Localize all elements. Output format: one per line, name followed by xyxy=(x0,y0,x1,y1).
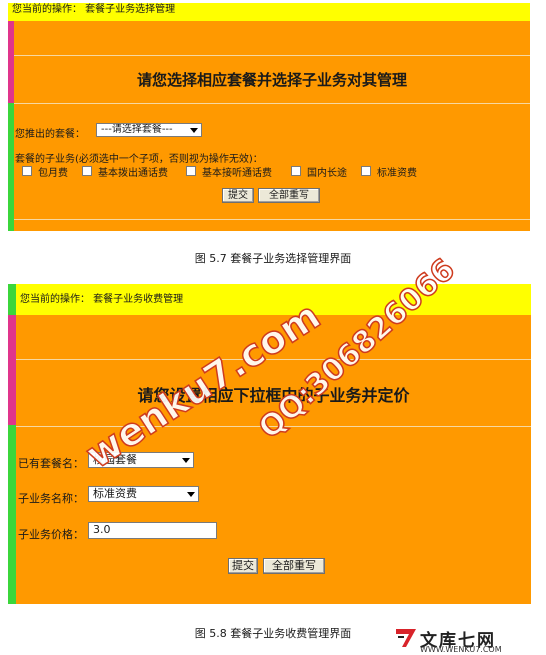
sub-business-value: 标准资费 xyxy=(93,487,137,500)
reset-button[interactable]: 全部重写 xyxy=(258,188,320,203)
separator xyxy=(14,103,530,104)
separator xyxy=(14,55,530,56)
logo-seven-icon xyxy=(396,629,416,647)
package-name-label: 已有套餐名： xyxy=(18,457,84,470)
current-operation-text: 您当前的操作： 套餐子业务选择管理 xyxy=(12,4,176,15)
checkbox-label: 标准资费 xyxy=(377,168,417,179)
reset-button[interactable]: 全部重写 xyxy=(263,558,325,574)
package-select-value: ---请选择套餐--- xyxy=(101,124,173,135)
current-operation-bar: 您当前的操作： 套餐子业务收费管理 xyxy=(16,284,531,315)
checkbox-label: 基本拨出通话费 xyxy=(98,168,168,179)
current-operation-bar: 您当前的操作： 套餐子业务选择管理 xyxy=(8,3,530,21)
package-select[interactable]: ---请选择套餐--- xyxy=(96,123,202,137)
price-label: 子业务价格： xyxy=(18,528,84,541)
sub-business-select[interactable]: 标准资费 xyxy=(88,486,199,502)
price-input[interactable]: 3.0 xyxy=(88,522,217,539)
checkbox-outgoing[interactable] xyxy=(82,166,92,176)
package-label: 您推出的套餐： xyxy=(15,129,85,140)
current-operation-text: 您当前的操作： 套餐子业务收费管理 xyxy=(20,294,184,305)
checkbox-monthly[interactable] xyxy=(22,166,32,176)
chevron-down-icon xyxy=(182,458,190,463)
checkbox-label: 国内长途 xyxy=(307,168,347,179)
sub-business-label: 套餐的子业务(必须选中一个子项，否则视为操作无效)： xyxy=(15,154,263,165)
chevron-down-icon xyxy=(190,128,198,133)
separator xyxy=(14,219,530,220)
submit-button[interactable]: 提交 xyxy=(222,188,254,203)
checkbox-long-distance[interactable] xyxy=(291,166,301,176)
sub-business-name-label: 子业务名称： xyxy=(18,492,84,505)
checkbox-incoming[interactable] xyxy=(186,166,196,176)
price-value: 3.0 xyxy=(93,523,111,536)
checkbox-standard[interactable] xyxy=(361,166,371,176)
pink-stripe xyxy=(8,21,14,103)
logo-url: WWW.WENKU7.COM xyxy=(420,645,502,654)
checkbox-label: 包月费 xyxy=(38,168,68,179)
pink-stripe xyxy=(8,315,16,425)
screenshot-1: 您当前的操作： 套餐子业务选择管理 请您选择相应套餐并选择子业务对其管理 您推出… xyxy=(8,3,530,231)
figure-caption-1: 图 5.7 套餐子业务选择管理界面 xyxy=(194,252,352,265)
chevron-down-icon xyxy=(187,492,195,497)
banner-title: 请您选择相应套餐并选择子业务对其管理 xyxy=(136,71,407,89)
checkbox-label: 基本接听通话费 xyxy=(202,168,272,179)
submit-button[interactable]: 提交 xyxy=(228,558,258,574)
